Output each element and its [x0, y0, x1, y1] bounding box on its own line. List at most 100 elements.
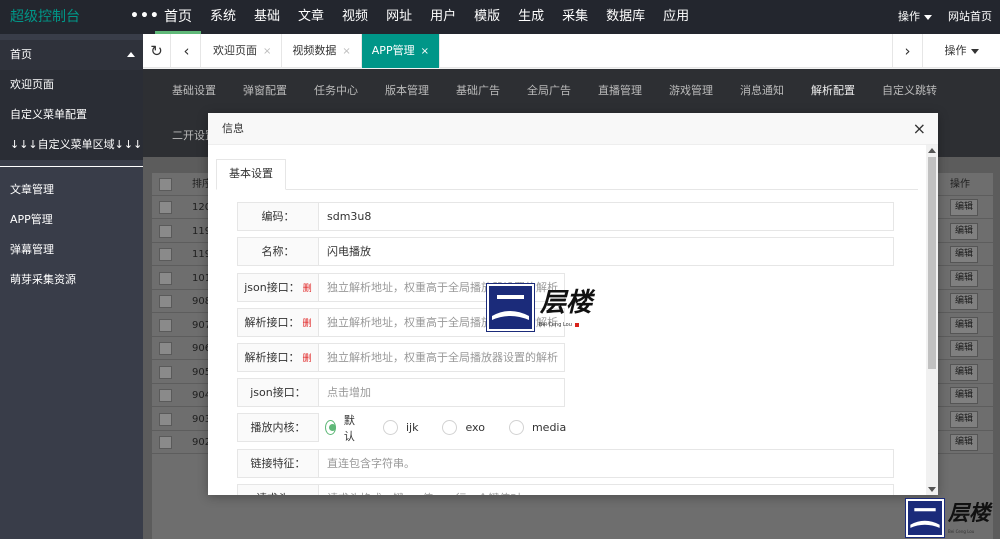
sub-tab[interactable]: 解析配置 — [797, 81, 869, 116]
edit-button[interactable]: 编辑 — [950, 246, 979, 263]
top-nav-item[interactable]: 生成 — [509, 0, 553, 34]
sub-tab[interactable]: 基础广告 — [456, 81, 500, 105]
sidebar-item-home[interactable]: 首页 — [0, 40, 143, 70]
page-tab[interactable]: 欢迎页面 × — [203, 34, 283, 68]
caret-up-icon — [127, 52, 135, 57]
sub-tab[interactable]: 游戏管理 — [669, 81, 713, 105]
sub-tab[interactable]: 消息通知 — [740, 81, 784, 105]
edit-button[interactable]: 编辑 — [950, 199, 979, 216]
field-input[interactable]: sdm3u8 — [318, 202, 894, 231]
kernel-radio-默认[interactable]: 默认 — [325, 412, 359, 444]
scroll-thumb[interactable] — [928, 157, 936, 369]
edit-button[interactable]: 编辑 — [950, 410, 979, 428]
edit-button[interactable]: 编辑 — [950, 434, 979, 451]
delete-link[interactable]: 删 — [302, 319, 311, 329]
field-label: 链接特征： — [237, 449, 319, 478]
edit-button[interactable]: 编辑 — [950, 293, 979, 310]
top-nav-item[interactable]: 用户 — [421, 0, 465, 34]
sub-tab[interactable]: 版本管理 — [385, 81, 429, 105]
sidebar-item-app[interactable]: APP管理 — [0, 205, 143, 235]
link-feature-input[interactable]: 直连包含字符串。 — [318, 449, 894, 478]
tab-operations-menu[interactable]: 操作 — [922, 34, 1000, 68]
field-label: 解析接口：删 — [237, 343, 319, 372]
select-all-checkbox[interactable] — [159, 178, 172, 191]
top-nav-item[interactable]: 首页 — [155, 0, 201, 34]
field-input[interactable]: 点击增加 — [318, 378, 565, 407]
tab-close-icon[interactable]: × — [342, 46, 350, 57]
row-checkbox[interactable] — [159, 295, 172, 308]
close-icon[interactable]: × — [913, 113, 926, 145]
request-header-input[interactable]: 请求头格式：键=>值，一行一个键值对 — [318, 484, 894, 495]
row-checkbox[interactable] — [159, 224, 172, 238]
sidebar-item-danmaku[interactable]: 弹幕管理 — [0, 235, 143, 265]
row-checkbox[interactable] — [159, 342, 172, 355]
edit-button[interactable]: 编辑 — [950, 222, 979, 240]
edit-button[interactable]: 编辑 — [950, 316, 979, 334]
delete-link[interactable]: 删 — [302, 354, 311, 364]
top-nav-item[interactable]: 系统 — [201, 0, 245, 34]
edit-button[interactable]: 编辑 — [950, 387, 979, 404]
page-tab[interactable]: APP管理 × — [361, 34, 440, 68]
top-nav-item[interactable]: 文章 — [289, 0, 333, 34]
tab-basic-settings[interactable]: 基本设置 — [216, 159, 286, 190]
row-checkbox[interactable] — [159, 365, 172, 379]
row-checkbox[interactable] — [159, 389, 172, 402]
dialog-scrollbar[interactable] — [926, 145, 938, 495]
top-nav-item[interactable]: 视频 — [333, 0, 377, 34]
field-label: 编码： — [237, 202, 319, 231]
brand-title[interactable]: 超级控制台 — [10, 0, 80, 34]
sidebar-divider — [0, 166, 143, 167]
kernel-radio-exo[interactable]: exo — [442, 420, 485, 435]
sub-tab[interactable]: 任务中心 — [314, 81, 358, 105]
delete-link[interactable]: 删 — [303, 284, 312, 294]
sidebar-item-collect[interactable]: 萌芽采集资源 — [0, 265, 143, 295]
edit-button[interactable]: 编辑 — [950, 269, 979, 287]
row-checkbox[interactable] — [159, 248, 172, 261]
kernel-radio-media[interactable]: media — [508, 420, 566, 435]
sidebar-item-welcome[interactable]: 欢迎页面 — [0, 70, 143, 100]
refresh-icon[interactable]: ↻ — [143, 34, 171, 68]
field-input[interactable]: 闪电播放 — [318, 237, 894, 266]
row-checkbox[interactable] — [159, 436, 172, 449]
tab-close-icon[interactable]: × — [421, 46, 429, 57]
sub-tab[interactable]: 基础设置 — [172, 81, 216, 105]
scroll-down-icon[interactable] — [928, 487, 936, 492]
next-tab-icon[interactable]: › — [892, 34, 922, 68]
page-tabs: 欢迎页面 × 视频数据 × APP管理 × — [203, 34, 440, 68]
top-nav-item[interactable]: 数据库 — [597, 0, 654, 34]
logo-mark-svg — [492, 295, 529, 320]
kernel-radio-ijk[interactable]: ijk — [383, 420, 418, 435]
sidebar-item-custom-menu[interactable]: 自定义菜单配置 — [0, 100, 143, 130]
edit-button[interactable]: 编辑 — [950, 340, 979, 357]
top-nav-item[interactable]: 应用 — [654, 0, 698, 34]
row-checkbox[interactable] — [159, 201, 172, 214]
field-label: json接口：删 — [237, 273, 319, 302]
corner-logo-text: 层楼 — [948, 500, 990, 525]
sidebar-item-articles[interactable]: 文章管理 — [0, 175, 143, 205]
radio-circle-icon — [442, 420, 458, 435]
sidebar-home-label: 首页 — [10, 48, 32, 61]
sidebar: 首页 欢迎页面 自定义菜单配置 ↓↓↓自定义菜单区域↓↓↓ 文章管理 APP管理… — [0, 34, 143, 539]
logo-text: 层楼 — [540, 288, 593, 318]
sidebar-item-custom-area[interactable]: ↓↓↓自定义菜单区域↓↓↓ — [0, 130, 143, 160]
top-nav-item[interactable]: 网址 — [377, 0, 421, 34]
field-input[interactable]: 独立解析地址，权重高于全局播放器设置的解析 — [318, 343, 565, 372]
site-home-link[interactable]: 网站首页 — [940, 0, 1000, 34]
row-checkbox[interactable] — [159, 271, 172, 285]
sub-tab[interactable]: 全局广告 — [527, 81, 571, 105]
field-label-text: 解析接口： — [244, 316, 300, 329]
row-checkbox[interactable] — [159, 412, 172, 426]
top-operations-menu[interactable]: 操作 — [890, 0, 940, 34]
edit-button[interactable]: 编辑 — [950, 363, 979, 381]
tab-close-icon[interactable]: × — [263, 46, 271, 57]
prev-tab-icon[interactable]: ‹ — [173, 34, 201, 68]
top-nav-item[interactable]: 模版 — [465, 0, 509, 34]
page-tab[interactable]: 视频数据 × — [282, 34, 362, 68]
top-nav-item[interactable]: 基础 — [245, 0, 289, 34]
top-nav-item[interactable]: 采集 — [553, 0, 597, 34]
sub-tab[interactable]: 直播管理 — [598, 81, 642, 105]
scroll-up-icon[interactable] — [928, 148, 936, 153]
sub-tab[interactable]: 弹窗配置 — [243, 81, 287, 105]
sub-tab[interactable]: 自定义跳转 — [882, 81, 937, 105]
row-checkbox[interactable] — [159, 318, 172, 332]
